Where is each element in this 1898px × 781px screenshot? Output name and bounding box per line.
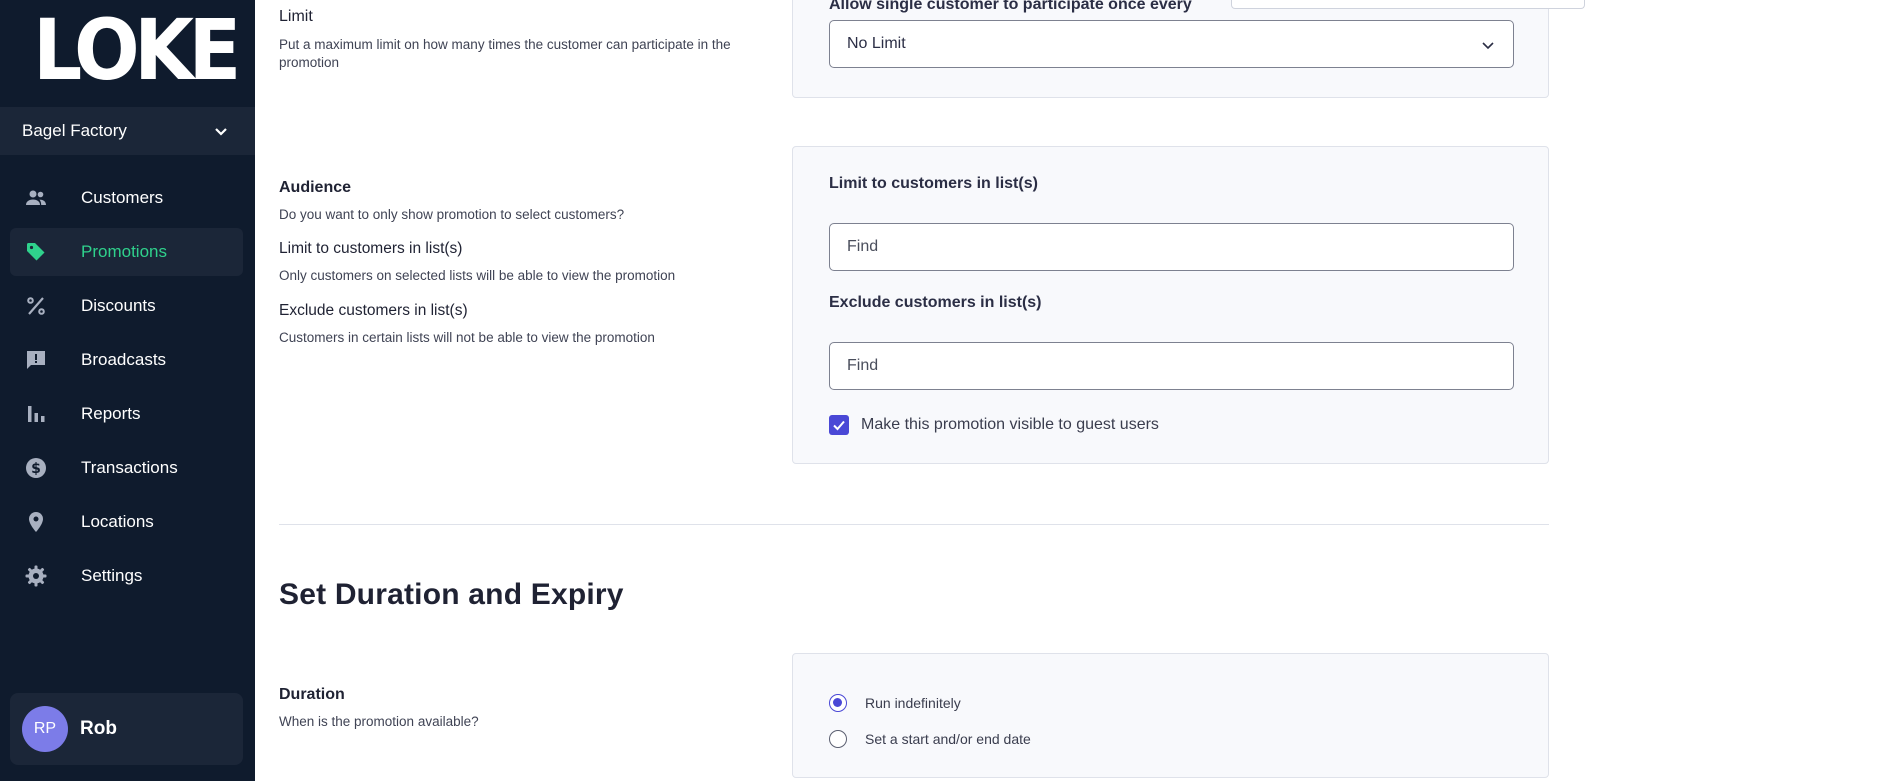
- set-dates-radio[interactable]: [829, 730, 847, 748]
- guest-visibility-checkbox[interactable]: [829, 415, 849, 435]
- sidebar-item-customers[interactable]: Customers: [10, 174, 243, 222]
- audience-section-info: Audience Do you want to only show promot…: [279, 179, 779, 347]
- sidebar-item-locations[interactable]: Locations: [10, 498, 243, 546]
- limit-title: Limit: [279, 8, 313, 25]
- run-indefinitely-label[interactable]: Run indefinitely: [865, 695, 961, 711]
- check-icon: [833, 420, 845, 431]
- sidebar-item-settings[interactable]: Settings: [10, 552, 243, 600]
- section-divider: [279, 524, 1549, 525]
- sidebar-item-label: Customers: [81, 188, 164, 207]
- duration-section-info: Duration When is the promotion available…: [279, 686, 779, 731]
- sidebar-item-label: Discounts: [81, 296, 156, 315]
- limit-lists-placeholder: Find: [847, 238, 879, 255]
- sidebar-item-transactions[interactable]: $ Transactions: [10, 444, 243, 492]
- duration-card: Run indefinitely Set a start and/or end …: [792, 653, 1549, 778]
- sidebar-item-label: Settings: [81, 566, 143, 585]
- audience-limit-description: Only customers on selected lists will be…: [279, 268, 676, 283]
- sidebar-item-reports[interactable]: Reports: [10, 390, 243, 438]
- duration-description: When is the promotion available?: [279, 714, 479, 729]
- audience-title: Audience: [279, 179, 352, 196]
- limit-field-label: Allow single customer to participate onc…: [829, 0, 1192, 13]
- dropdown-popover: [1231, 0, 1585, 9]
- exclude-lists-search-input[interactable]: Find: [829, 342, 1514, 390]
- bar-chart-icon: [24, 402, 48, 426]
- exclude-lists-placeholder: Find: [847, 357, 879, 374]
- limit-card: Allow single customer to participate onc…: [792, 0, 1549, 98]
- dollar-icon: $: [24, 456, 48, 480]
- chevron-down-icon: [1482, 42, 1494, 50]
- tag-icon: [24, 240, 48, 264]
- chat-alert-icon: [24, 348, 48, 372]
- sidebar-item-promotions[interactable]: Promotions: [10, 228, 243, 276]
- loke-logo[interactable]: LOKE: [33, 8, 241, 92]
- duration-heading: Set Duration and Expiry: [279, 578, 624, 611]
- sidebar-nav: Customers Promotions Discounts Broadcast…: [10, 174, 243, 606]
- audience-exclude-title: Exclude customers in list(s): [279, 302, 468, 319]
- location-pin-icon: [24, 510, 48, 534]
- limit-lists-label: Limit to customers in list(s): [829, 175, 1038, 192]
- gear-icon: [24, 564, 48, 588]
- limit-description: Put a maximum limit on how many times th…: [279, 37, 731, 70]
- limit-select-value: No Limit: [847, 35, 906, 52]
- chevron-down-icon: [215, 128, 227, 136]
- duration-title: Duration: [279, 686, 345, 703]
- limit-section-info: Limit Put a maximum limit on how many ti…: [279, 8, 779, 72]
- main-content: Limit Put a maximum limit on how many ti…: [255, 0, 1898, 781]
- percent-icon: [24, 294, 48, 318]
- sidebar-item-discounts[interactable]: Discounts: [10, 282, 243, 330]
- sidebar-item-label: Reports: [81, 404, 141, 423]
- sidebar-item-label: Locations: [81, 512, 154, 531]
- audience-card: Limit to customers in list(s) Find Exclu…: [792, 146, 1549, 464]
- sidebar-item-label: Promotions: [81, 242, 167, 261]
- user-name: Rob: [80, 718, 117, 739]
- store-selector[interactable]: Bagel Factory: [0, 107, 255, 155]
- sidebar-item-label: Transactions: [81, 458, 178, 477]
- guest-visibility-label[interactable]: Make this promotion visible to guest use…: [861, 416, 1159, 434]
- sidebar: LOKE Bagel Factory Customers Promotions …: [0, 0, 255, 781]
- svg-text:$: $: [31, 461, 41, 477]
- store-selector-label: Bagel Factory: [22, 121, 127, 140]
- avatar: RP: [22, 706, 68, 752]
- sidebar-item-broadcasts[interactable]: Broadcasts: [10, 336, 243, 384]
- limit-lists-search-input[interactable]: Find: [829, 223, 1514, 271]
- exclude-lists-label: Exclude customers in list(s): [829, 294, 1042, 311]
- user-profile[interactable]: RP Rob: [10, 693, 243, 765]
- run-indefinitely-radio[interactable]: [829, 694, 847, 712]
- sidebar-item-label: Broadcasts: [81, 350, 167, 369]
- set-dates-label[interactable]: Set a start and/or end date: [865, 731, 1031, 747]
- audience-description: Do you want to only show promotion to se…: [279, 207, 625, 222]
- limit-select[interactable]: No Limit: [829, 20, 1514, 68]
- audience-limit-title: Limit to customers in list(s): [279, 240, 463, 257]
- people-icon: [24, 186, 48, 210]
- audience-exclude-description: Customers in certain lists will not be a…: [279, 330, 655, 345]
